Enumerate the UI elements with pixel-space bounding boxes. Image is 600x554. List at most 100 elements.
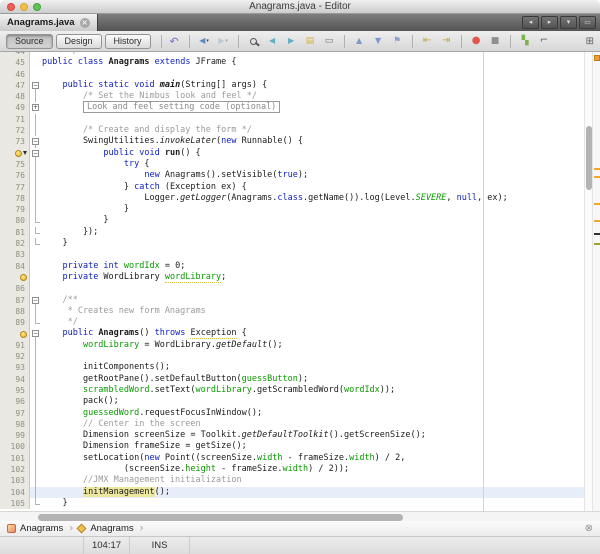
zoom-window-button[interactable] bbox=[33, 3, 41, 11]
tab-close-icon[interactable]: × bbox=[79, 17, 90, 28]
code-line-45[interactable]: 45 public class Anagrams extends JFrame { bbox=[0, 57, 584, 69]
minimize-window-button[interactable] bbox=[20, 3, 28, 11]
code-text[interactable]: } bbox=[42, 238, 584, 249]
code-text[interactable]: initComponents(); bbox=[42, 362, 584, 373]
code-line-103[interactable]: 103 //JMX Management initialization bbox=[0, 475, 584, 487]
code-line-80[interactable]: 80 } bbox=[0, 215, 584, 227]
line-number[interactable]: 76 bbox=[0, 170, 30, 182]
code-text[interactable]: Dimension frameSize = getSize(); bbox=[42, 441, 584, 452]
shift-line-left-icon[interactable]: ⇤ bbox=[419, 33, 436, 49]
line-number[interactable]: 89 bbox=[0, 317, 30, 329]
code-text[interactable]: // Center in the screen bbox=[42, 419, 584, 430]
code-text[interactable]: }); bbox=[42, 227, 584, 238]
line-number[interactable]: 77 bbox=[0, 181, 30, 193]
code-line-97[interactable]: 97 guessedWord.requestFocusInWindow(); bbox=[0, 407, 584, 419]
fold-plus[interactable]: + bbox=[30, 102, 42, 113]
code-line-warn[interactable]: − public void run() { bbox=[0, 147, 584, 159]
previous-bookmark-icon[interactable]: ▲ bbox=[351, 33, 368, 49]
line-number[interactable]: 99 bbox=[0, 430, 30, 442]
code-line-73[interactable]: 73− SwingUtilities.invokeLater(new Runna… bbox=[0, 136, 584, 148]
code-text[interactable] bbox=[42, 69, 584, 80]
line-number[interactable]: 48 bbox=[0, 91, 30, 103]
code-text[interactable]: SwingUtilities.invokeLater(new Runnable(… bbox=[42, 136, 584, 147]
line-number[interactable]: 72 bbox=[0, 125, 30, 137]
code-text[interactable]: Look and feel setting code (optional) bbox=[42, 101, 584, 114]
line-number[interactable]: 84 bbox=[0, 260, 30, 272]
line-number[interactable]: 75 bbox=[0, 158, 30, 171]
expand-fold-icon[interactable]: + bbox=[32, 104, 39, 112]
line-number[interactable]: 73 bbox=[0, 136, 30, 148]
error-stripe-mark[interactable] bbox=[594, 203, 600, 205]
collapse-fold-icon[interactable]: − bbox=[32, 138, 39, 146]
line-number[interactable]: 87 bbox=[0, 294, 30, 306]
code-text[interactable]: /** bbox=[42, 295, 584, 306]
annotation-gutter[interactable] bbox=[0, 147, 30, 159]
warning-hint-icon[interactable] bbox=[20, 330, 27, 338]
code-text[interactable]: */ bbox=[42, 317, 584, 328]
tab-scroll-left-button[interactable]: ◂ bbox=[522, 16, 539, 29]
source-view-button[interactable]: Source bbox=[6, 33, 53, 49]
code-line-104[interactable]: 104 initManagement(); bbox=[0, 486, 584, 498]
code-text[interactable]: Logger.getLogger(Anagrams.class.getName(… bbox=[42, 193, 584, 204]
code-text[interactable]: public class Anagrams extends JFrame { bbox=[42, 57, 584, 68]
line-number[interactable]: 92 bbox=[0, 351, 30, 363]
code-line-86[interactable]: 86 bbox=[0, 283, 584, 295]
code-line-79[interactable]: 79 } bbox=[0, 204, 584, 216]
find-previous-occurrence-icon[interactable]: ◀ bbox=[264, 33, 281, 49]
forward-icon[interactable]: ▶ ▾ bbox=[215, 33, 232, 49]
line-number[interactable]: 97 bbox=[0, 407, 30, 419]
code-line-75[interactable]: 75 try { bbox=[0, 158, 584, 171]
code-line-88[interactable]: 88 * Creates new form Anagrams bbox=[0, 305, 584, 318]
code-text[interactable]: private WordLibrary wordLibrary; bbox=[42, 271, 584, 283]
code-line-46[interactable]: 46 bbox=[0, 68, 584, 80]
code-text[interactable]: getRootPane().setDefaultButton(guessButt… bbox=[42, 374, 584, 385]
fold-minus[interactable]: − bbox=[30, 328, 42, 340]
line-number[interactable]: 83 bbox=[0, 249, 30, 261]
vertical-scrollbar[interactable] bbox=[584, 52, 592, 511]
code-line-84[interactable]: 84 private int wordIdx = 0; bbox=[0, 260, 584, 272]
code-line-81[interactable]: 81 }); bbox=[0, 226, 584, 239]
breadcrumb-item[interactable]: Anagrams › bbox=[7, 523, 73, 534]
annotation-gutter[interactable] bbox=[0, 271, 30, 284]
line-number[interactable]: 45 bbox=[0, 57, 30, 69]
toggle-highlight-search-icon[interactable]: ▤ bbox=[302, 33, 319, 49]
tab-anagrams-java[interactable]: Anagrams.java × bbox=[0, 14, 98, 31]
line-number[interactable]: 94 bbox=[0, 373, 30, 385]
code-line-102[interactable]: 102 (screenSize.height - frameSize.width… bbox=[0, 463, 584, 476]
fold-minus[interactable]: − bbox=[30, 148, 42, 159]
error-stripe[interactable] bbox=[592, 52, 600, 511]
code-line-47[interactable]: 47− public static void main(String[] arg… bbox=[0, 79, 584, 92]
comment-icon[interactable]: ▚ bbox=[517, 33, 534, 49]
warning-override-icon[interactable] bbox=[15, 149, 22, 157]
code-line-77[interactable]: 77 } catch (Exception ex) { bbox=[0, 181, 584, 193]
warning-hint-icon[interactable] bbox=[20, 274, 27, 282]
code-line-101[interactable]: 101 setLocation(new Point((screenSize.wi… bbox=[0, 452, 584, 464]
history-view-button[interactable]: History bbox=[104, 33, 151, 49]
line-number[interactable]: 98 bbox=[0, 418, 30, 431]
find-next-occurrence-icon[interactable]: ▶ bbox=[283, 33, 300, 49]
error-stripe-mark[interactable] bbox=[594, 243, 600, 245]
collapse-fold-icon[interactable]: − bbox=[32, 296, 39, 304]
file-warning-status-icon[interactable] bbox=[594, 55, 600, 61]
line-number[interactable]: 81 bbox=[0, 226, 30, 239]
code-text[interactable]: public static void main(String[] args) { bbox=[42, 80, 584, 91]
tab-scroll-right-button[interactable]: ▸ bbox=[541, 16, 558, 29]
line-number[interactable]: 71 bbox=[0, 113, 30, 126]
code-line-105[interactable]: 105 } bbox=[0, 497, 584, 510]
line-number[interactable]: 96 bbox=[0, 396, 30, 408]
code-text[interactable]: } catch (Exception ex) { bbox=[42, 182, 584, 193]
start-macro-recording-icon[interactable]: ● bbox=[468, 33, 485, 49]
line-number[interactable]: 101 bbox=[0, 452, 30, 464]
code-line-82[interactable]: 82 } bbox=[0, 238, 584, 250]
line-number[interactable]: 78 bbox=[0, 192, 30, 205]
code-text[interactable] bbox=[42, 283, 584, 294]
insert-mode-indicator[interactable]: INS bbox=[130, 537, 190, 554]
fold-minus[interactable]: − bbox=[30, 80, 42, 92]
code-line-100[interactable]: 100 Dimension frameSize = getSize(); bbox=[0, 441, 584, 453]
line-number[interactable]: 104 bbox=[0, 486, 30, 498]
code-text[interactable]: * Creates new form Anagrams bbox=[42, 306, 584, 317]
code-line-87[interactable]: 87− /** bbox=[0, 294, 584, 306]
close-window-button[interactable] bbox=[7, 3, 15, 11]
code-text[interactable] bbox=[42, 114, 584, 125]
collapse-fold-icon[interactable]: − bbox=[32, 149, 39, 157]
